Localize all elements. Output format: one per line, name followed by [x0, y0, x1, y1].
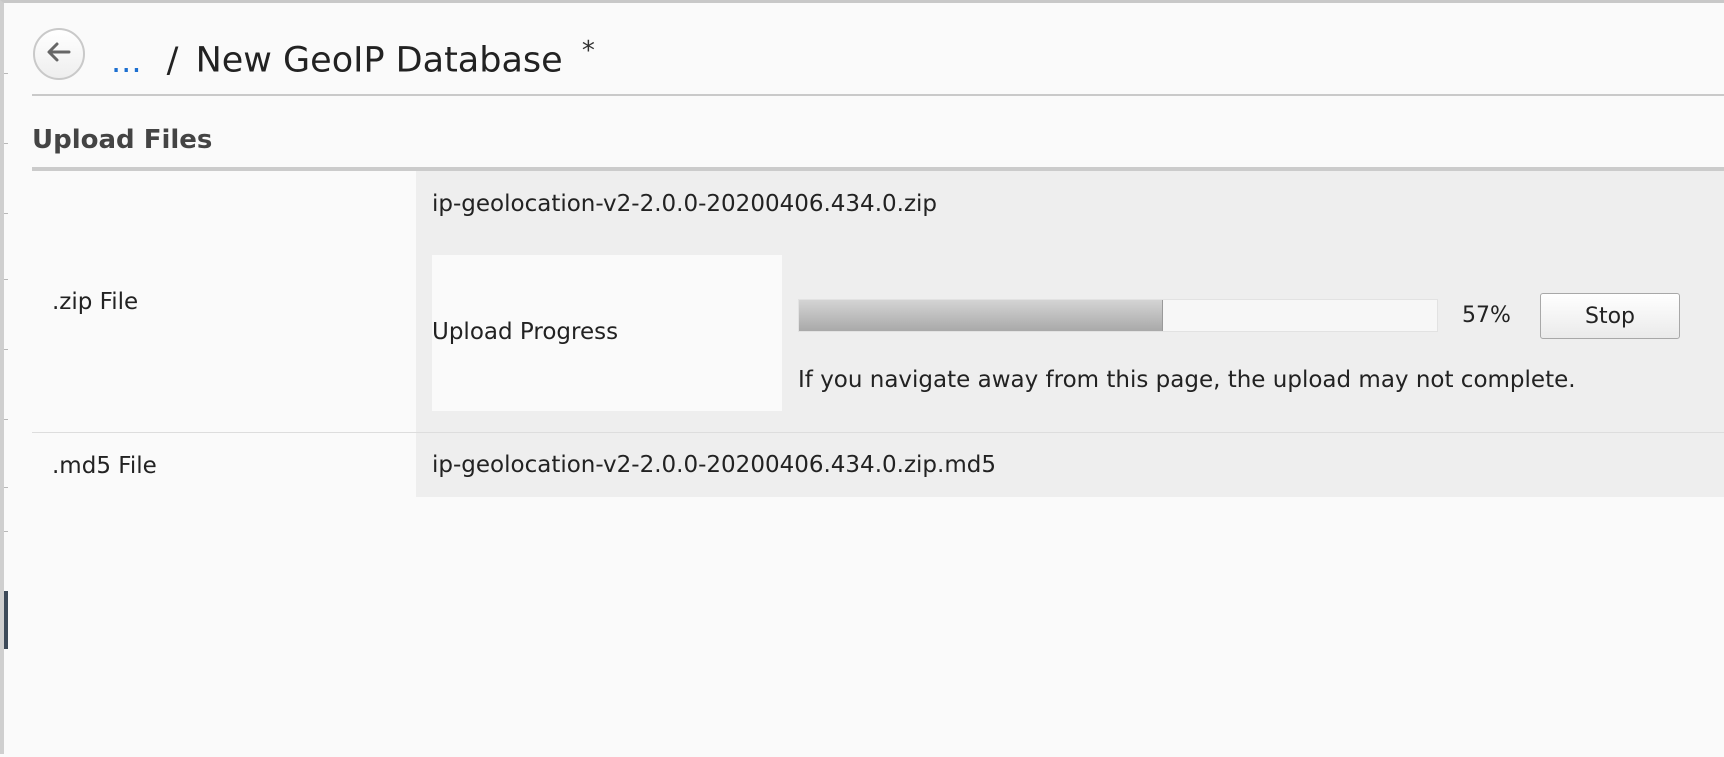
left-edge-tick	[4, 213, 8, 214]
md5-file-cell: ip-geolocation-v2-2.0.0-20200406.434.0.z…	[416, 433, 1724, 497]
upload-progress-fill	[799, 300, 1163, 331]
left-edge-tick	[4, 279, 8, 280]
left-edge-tick	[4, 73, 8, 74]
md5-file-label: .md5 File	[52, 453, 157, 479]
left-edge-active-marker	[4, 591, 8, 649]
unsaved-indicator: *	[581, 36, 595, 66]
stop-upload-button[interactable]: Stop	[1540, 293, 1680, 339]
page-title: New GeoIP Database	[195, 40, 563, 81]
upload-progress-percent: 57%	[1462, 303, 1511, 328]
left-edge-strip	[4, 3, 8, 757]
section-title: Upload Files	[32, 125, 213, 155]
left-edge-tick	[4, 349, 8, 350]
breadcrumb-separator: /	[166, 40, 179, 81]
left-edge-tick	[4, 143, 8, 144]
zip-file-cell: ip-geolocation-v2-2.0.0-20200406.434.0.z…	[416, 171, 1724, 432]
left-edge-tick	[4, 531, 8, 532]
breadcrumb: ... / New GeoIP Database *	[111, 29, 595, 83]
arrow-left-icon	[42, 35, 76, 73]
md5-filename: ip-geolocation-v2-2.0.0-20200406.434.0.z…	[432, 452, 996, 478]
left-edge-tick	[4, 419, 8, 420]
upload-progress-bar	[798, 299, 1438, 332]
zip-filename: ip-geolocation-v2-2.0.0-20200406.434.0.z…	[432, 191, 938, 217]
left-edge-tick	[4, 487, 8, 488]
upload-progress-label: Upload Progress	[432, 319, 619, 345]
page-frame: ... / New GeoIP Database * Upload Files …	[0, 0, 1724, 754]
upload-warning-text: If you navigate away from this page, the…	[798, 367, 1576, 393]
page-header: ... / New GeoIP Database *	[32, 23, 1724, 96]
zip-file-label: .zip File	[52, 289, 139, 315]
breadcrumb-parent-link[interactable]: ...	[111, 42, 142, 80]
upload-progress-label-box: Upload Progress	[432, 255, 782, 411]
back-button[interactable]	[33, 28, 85, 80]
